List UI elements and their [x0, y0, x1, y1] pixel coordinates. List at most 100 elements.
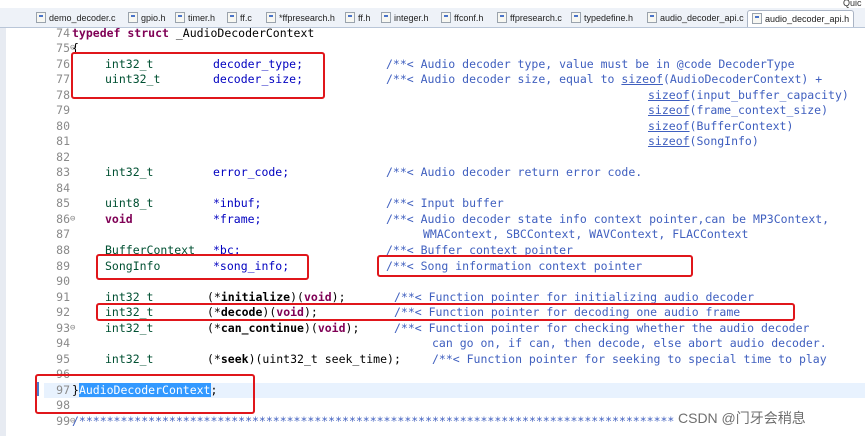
line-number: 80 — [56, 119, 70, 133]
tab-ff-h[interactable]: ff.h — [345, 10, 370, 26]
code-line-94: 94 can go on, if can, then decode, else a… — [44, 336, 865, 351]
punct: )(uint32_t seek_time); — [248, 352, 401, 366]
tab-label: typedefine.h — [584, 13, 634, 23]
doc-comment: can go on, if can, then decode, else abo… — [432, 336, 827, 350]
annotation-box-song-info-comment — [377, 255, 693, 277]
doc-comment: WMAContext, SBCContext, WAVContext, FLAC… — [423, 227, 749, 241]
line-number: 94 — [56, 336, 70, 350]
punct: (* — [207, 352, 221, 366]
annotation-ruler — [0, 28, 6, 436]
tab-gpio-h[interactable]: gpio.h — [128, 10, 166, 26]
fold-icon[interactable]: ⊖ — [70, 212, 75, 227]
doc-link[interactable]: sizeof — [648, 103, 690, 117]
tab-integer-h[interactable]: integer.h — [381, 10, 429, 26]
tab-ffpresearch-h-dirty[interactable]: *ffpresearch.h — [266, 10, 335, 26]
line-number: 79 — [56, 103, 70, 117]
tab-ffconf-h[interactable]: ffconf.h — [441, 10, 483, 26]
function-pointer-name: can_continue — [220, 321, 304, 335]
h-file-icon — [345, 12, 355, 23]
doc-link[interactable]: sizeof — [648, 119, 690, 133]
doc-link[interactable]: sizeof — [621, 72, 663, 86]
doc-comment: (frame_context_size) — [689, 103, 829, 117]
tab-label: ff.c — [240, 13, 252, 23]
field-type: void — [105, 212, 133, 226]
punct: ); — [331, 290, 346, 304]
h-file-icon — [441, 12, 451, 23]
h-file-icon — [175, 12, 185, 23]
line-number: 84 — [56, 181, 70, 195]
punct: )( — [303, 321, 318, 335]
tab-label: ff.h — [358, 13, 371, 23]
field-type: uint8_t — [105, 196, 154, 210]
quick-access-label[interactable]: Quic — [843, 0, 862, 8]
annotation-box-decoder-fields — [71, 52, 325, 99]
field-name: error_code; — [213, 165, 290, 179]
tab-label: ffconf.h — [454, 13, 484, 23]
tab-label: demo_decoder.c — [49, 13, 116, 23]
field-name: *inbuf; — [213, 196, 262, 210]
tab-label: timer.h — [188, 13, 216, 23]
doc-comment: /**< Function pointer for checking wheth… — [394, 321, 810, 335]
line-number: 87 — [56, 227, 70, 241]
doc-link[interactable]: sizeof — [648, 88, 690, 102]
line-number: 88 — [56, 243, 70, 257]
tab-typedefine-h[interactable]: typedefine.h — [571, 10, 633, 26]
tab-timer-h[interactable]: timer.h — [175, 10, 215, 26]
doc-comment: /**< Audio decoder size, equal to — [386, 72, 622, 86]
punct: )( — [290, 290, 304, 304]
annotation-box-decode-pointer — [96, 303, 795, 321]
field-type: int32_t — [105, 321, 154, 335]
c-file-icon — [497, 12, 507, 23]
line-number: 93 — [56, 321, 70, 335]
doc-comment: (BufferContext) — [689, 119, 794, 133]
tab-label: audio_decoder_api.h — [765, 14, 850, 24]
c-file-icon — [36, 12, 46, 23]
punct: (* — [207, 321, 221, 335]
keyword: void — [317, 321, 346, 335]
doc-comment: /**< Function pointer for seeking to spe… — [432, 352, 827, 366]
h-file-icon — [128, 12, 138, 23]
code-line-80: 80 sizeof(BufferContext) — [44, 119, 865, 134]
line-number: 89 — [56, 259, 70, 273]
tab-ff-c[interactable]: ff.c — [227, 10, 252, 26]
punct: ); — [345, 321, 360, 335]
line-number: 82 — [56, 150, 70, 164]
line-number: 74 — [56, 26, 70, 40]
doc-comment: /**< Audio decoder return error code. — [386, 165, 643, 179]
doc-comment: (AudioDecoderContext) + — [662, 72, 823, 86]
watermark: CSDN @门牙会稍息 — [678, 410, 806, 426]
line-number: 78 — [56, 88, 70, 102]
code-line-83: 83 int32_t error_code; /**< Audio decoder r… — [44, 165, 865, 180]
h-file-icon — [381, 12, 391, 23]
tab-label: integer.h — [394, 13, 429, 23]
keyword: void — [303, 290, 332, 304]
fold-icon[interactable]: ⊖ — [70, 321, 75, 336]
line-number: 77 — [56, 72, 70, 86]
c-file-icon — [227, 12, 237, 23]
doc-link[interactable]: sizeof — [648, 134, 690, 148]
doc-comment: /**< Input buffer — [386, 196, 504, 210]
function-pointer-name: initialize — [220, 290, 291, 304]
function-pointer-name: seek — [220, 352, 249, 366]
editor-tab-bar: demo_decoder.c gpio.h timer.h ff.c *ffpr… — [0, 8, 865, 28]
doc-comment: (input_buffer_capacity) — [689, 88, 849, 102]
tab-audio-decoder-api-c[interactable]: audio_decoder_api.c — [647, 10, 744, 26]
annotation-box-song-info — [96, 254, 309, 280]
code-line-79: 79 sizeof(frame_context_size) — [44, 103, 865, 118]
code-line-82: 82 — [44, 150, 865, 165]
h-file-icon — [752, 13, 762, 24]
code-line-81: 81 sizeof(SongInfo) — [44, 134, 865, 149]
code-line-74: 74 typedef struct _AudioDecoderContext — [44, 26, 865, 41]
line-number: 81 — [56, 134, 70, 148]
field-type: int32_t — [105, 352, 154, 366]
code-line-93: 93 ⊖ int32_t (*can_continue)(void); /**< Fun… — [44, 321, 865, 336]
doc-comment: /**< Audio decoder state info context po… — [386, 212, 830, 226]
doc-comment: (SongInfo) — [689, 134, 759, 148]
tab-audio-decoder-api-h[interactable]: audio_decoder_api.h — [747, 10, 855, 27]
tab-ffpresearch-c[interactable]: ffpresearch.c — [497, 10, 562, 26]
line-number: 91 — [56, 290, 70, 304]
line-number: 99 — [56, 414, 70, 428]
c-file-icon — [647, 12, 657, 23]
struct-name: _AudioDecoderContext — [168, 26, 315, 40]
tab-demo-decoder-c[interactable]: demo_decoder.c — [36, 10, 116, 26]
